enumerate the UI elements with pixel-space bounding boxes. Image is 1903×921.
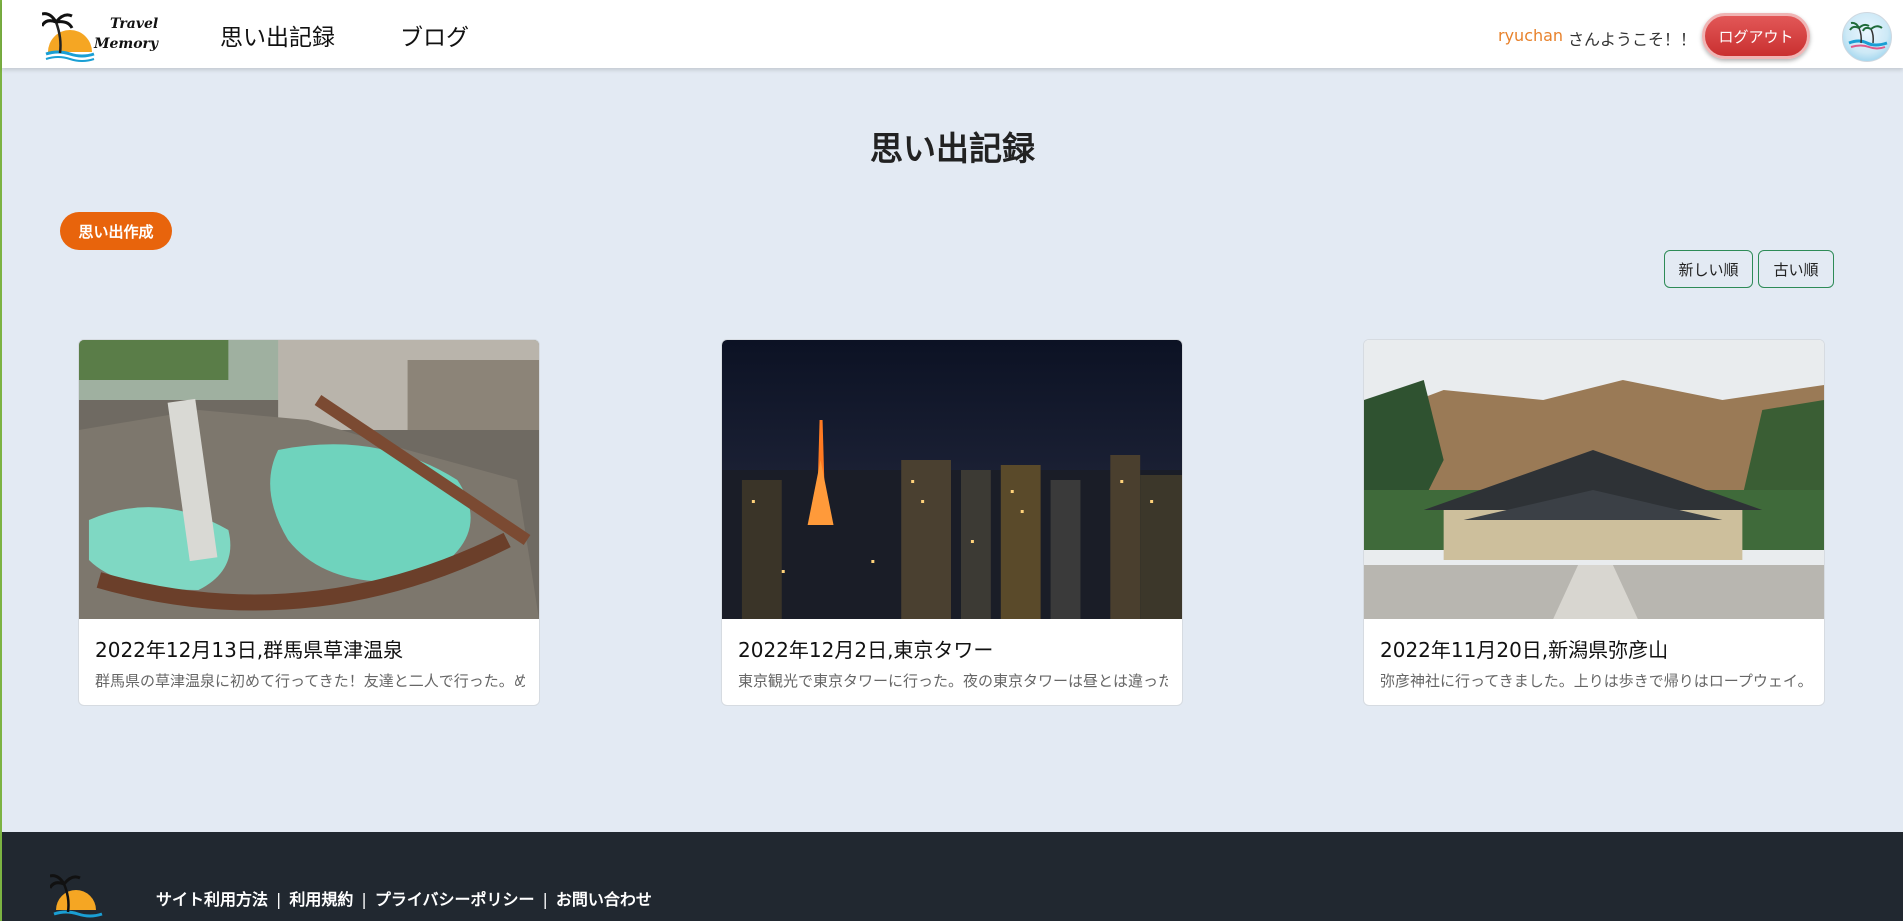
logo-text: Travel Memory xyxy=(94,14,158,54)
card-title: 2022年12月13日,群馬県草津温泉 xyxy=(95,638,404,662)
sort-newest-button[interactable]: 新しい順 xyxy=(1664,250,1753,288)
separator: | xyxy=(361,890,367,909)
logo-line-2: Memory xyxy=(94,36,159,52)
memory-card[interactable]: 2022年12月2日,東京タワー 東京観光で東京タワーに行った。夜の東京タワーは… xyxy=(721,339,1183,706)
footer-link-contact[interactable]: お問い合わせ xyxy=(556,890,652,909)
nav-memories[interactable]: 思い出記録 xyxy=(220,18,335,52)
footer-palm-sun-icon[interactable] xyxy=(50,872,104,921)
card-excerpt: 群馬県の草津温泉に初めて行ってきた！友達と二人で行った。め... xyxy=(95,672,525,690)
welcome-text: さんようこそ！！ xyxy=(1568,30,1697,49)
nav-blog[interactable]: ブログ xyxy=(400,18,469,52)
sort-oldest-button[interactable]: 古い順 xyxy=(1758,250,1834,288)
card-title: 2022年11月20日,新潟県弥彦山 xyxy=(1380,638,1669,662)
card-excerpt: 東京観光で東京タワーに行った。夜の東京タワーは昼とは違った... xyxy=(738,672,1168,690)
footer: サイト利用方法 | 利用規約 | プライバシーポリシー | お問い合わせ xyxy=(2,832,1903,921)
footer-link-privacy[interactable]: プライバシーポリシー xyxy=(375,890,535,909)
footer-link-usage[interactable]: サイト利用方法 xyxy=(156,890,268,909)
avatar-palm-icon xyxy=(1848,21,1888,50)
logout-button[interactable]: ログアウト xyxy=(1702,13,1810,59)
palm-sun-icon xyxy=(40,12,95,62)
footer-links: サイト利用方法 | 利用規約 | プライバシーポリシー | お問い合わせ xyxy=(156,886,652,910)
travel-memory-logo[interactable]: Travel Memory xyxy=(40,10,172,62)
card-title: 2022年12月2日,東京タワー xyxy=(738,638,994,662)
create-memory-button[interactable]: 思い出作成 xyxy=(60,212,172,250)
separator: | xyxy=(542,890,548,909)
avatar[interactable] xyxy=(1842,12,1892,62)
memory-card[interactable]: 2022年11月20日,新潟県弥彦山 弥彦神社に行ってきました。上りは歩きで帰り… xyxy=(1363,339,1825,706)
username-label: ryuchan xyxy=(1498,26,1564,45)
page-title: 思い出記録 xyxy=(870,129,1035,168)
top-navbar: Travel Memory 思い出記録 ブログ ryuchan さんようこそ！！… xyxy=(2,0,1903,68)
tokyo-tower-night-photo xyxy=(722,340,1182,619)
separator: | xyxy=(276,890,282,909)
footer-link-terms[interactable]: 利用規約 xyxy=(289,890,353,909)
logo-line-1: Travel xyxy=(110,16,159,32)
memory-card[interactable]: 2022年12月13日,群馬県草津温泉 群馬県の草津温泉に初めて行ってきた！友達… xyxy=(78,339,540,706)
shrine-photo xyxy=(1364,340,1824,619)
hot-spring-photo xyxy=(79,340,539,619)
card-excerpt: 弥彦神社に行ってきました。上りは歩きで帰りはロープウェイ。... xyxy=(1380,672,1810,690)
